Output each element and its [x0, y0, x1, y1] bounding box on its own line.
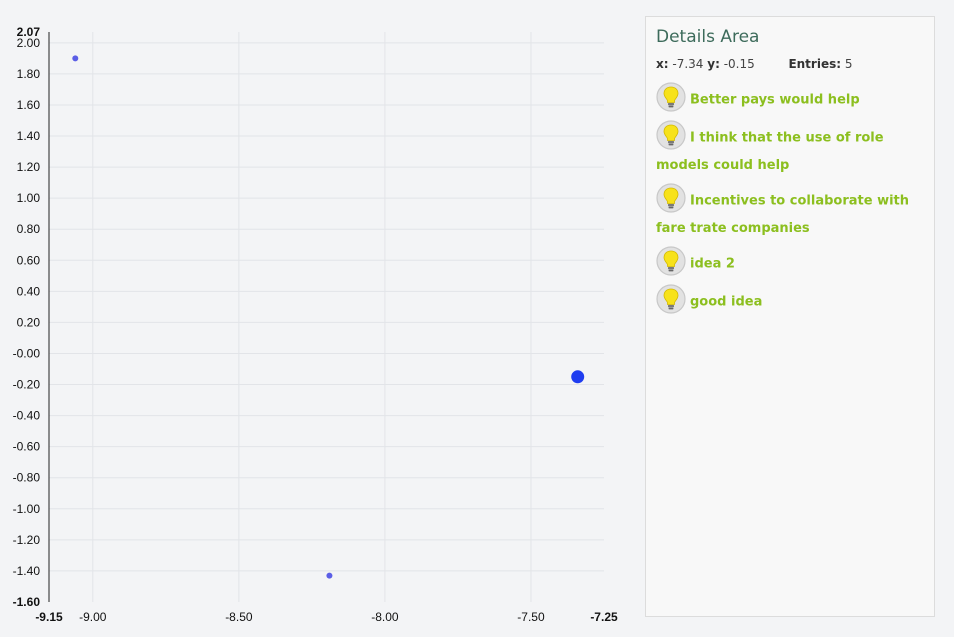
lightbulb-icon: [656, 183, 686, 213]
x-edge-label: -9.15: [35, 610, 63, 624]
x-tick-label: -7.50: [517, 610, 545, 624]
lightbulb-icon: [656, 246, 686, 276]
entry-text: Incentives to collaborate with fare trat…: [656, 193, 910, 237]
lightbulb-icon: [656, 82, 686, 112]
grid-layer: [49, 32, 604, 602]
y-tick-label: -0.60: [13, 440, 41, 454]
entry-item[interactable]: good idea: [656, 284, 924, 317]
details-title: Details Area: [656, 27, 760, 47]
y-tick-label: -0.00: [13, 346, 41, 360]
y-tick-label: 1.60: [17, 98, 41, 112]
y-tick-label: 0.40: [17, 284, 41, 298]
y-edge-label: -1.60: [13, 595, 41, 609]
entry-text: Better pays would help: [690, 92, 860, 108]
entry-item[interactable]: Incentives to collaborate with fare trat…: [656, 183, 924, 241]
lightbulb-icon: [656, 120, 686, 150]
y-tick-label: 0.80: [17, 222, 41, 236]
y-tick-label: 1.20: [17, 160, 41, 174]
x-tick-label: -8.00: [371, 610, 399, 624]
data-point[interactable]: [326, 572, 333, 579]
x-label: x:: [656, 57, 669, 71]
entry-item[interactable]: idea 2: [656, 246, 924, 279]
y-tick-label: 1.00: [17, 191, 41, 205]
y-tick-label: 1.40: [17, 129, 41, 143]
y-tick-label: -1.40: [13, 564, 41, 578]
x-value: -7.34: [672, 57, 704, 71]
tick-labels: -9.00 -8.50 -8.00 -7.50-9.15 -7.252.001.801.…: [13, 25, 618, 624]
entry-item[interactable]: Better pays would help: [656, 82, 924, 115]
entries-count: 5: [844, 57, 853, 71]
y-value: -0.15: [723, 57, 755, 71]
y-tick-label: 0.20: [17, 315, 41, 329]
entries-label: Entries:: [788, 57, 842, 71]
y-tick-label: -1.20: [13, 533, 41, 547]
selected-data-point[interactable]: [571, 370, 585, 384]
y-tick-label: -1.00: [13, 502, 41, 516]
coordinate-readout: x: -7.34 y: -0.15 Entries: 5: [656, 57, 924, 71]
scatter-chart[interactable]: -9.00 -8.50 -8.00 -7.50-9.15 -7.252.001.801.…: [0, 0, 630, 637]
data-point[interactable]: [72, 55, 79, 62]
entry-item[interactable]: I think that the use of role models coul…: [656, 120, 924, 178]
y-tick-label: -0.20: [13, 378, 41, 392]
x-tick-label: -9.00: [79, 610, 107, 624]
x-tick-label: -8.50: [225, 610, 253, 624]
y-tick-label: 0.60: [17, 253, 41, 267]
data-points[interactable]: [72, 55, 585, 579]
y-label: y:: [707, 57, 720, 71]
lightbulb-icon: [656, 284, 686, 314]
y-tick-label: -0.40: [13, 409, 41, 423]
entry-text: good idea: [690, 294, 763, 310]
y-tick-label: 1.80: [17, 67, 41, 81]
entry-text: I think that the use of role models coul…: [656, 130, 884, 174]
y-edge-label: 2.07: [17, 25, 41, 39]
x-edge-label: -7.25: [590, 610, 618, 624]
details-area: Details Area x: -7.34 y: -0.15 Entries: …: [645, 16, 935, 617]
entry-text: idea 2: [690, 256, 735, 272]
y-tick-label: -0.80: [13, 471, 41, 485]
